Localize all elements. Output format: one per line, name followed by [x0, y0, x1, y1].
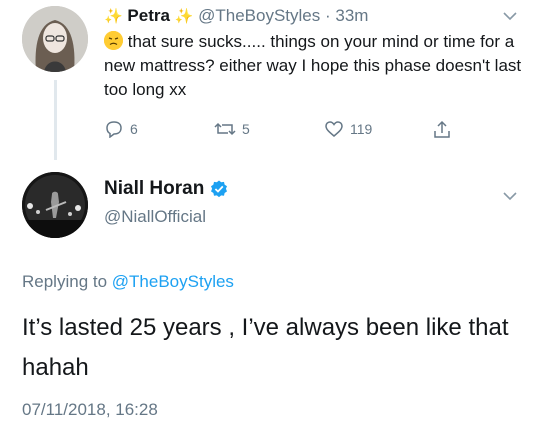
- avatar-photo: [22, 172, 88, 238]
- display-name[interactable]: Niall Horan: [104, 178, 204, 200]
- like-action[interactable]: 119: [324, 120, 372, 138]
- share-action[interactable]: [432, 120, 452, 140]
- display-name[interactable]: Petra: [127, 6, 170, 25]
- replying-handle-link[interactable]: @TheBoyStyles: [112, 272, 234, 291]
- avatar-petra[interactable]: [22, 6, 88, 72]
- timestamp[interactable]: 33m: [335, 6, 368, 25]
- reply-count: 6: [130, 121, 138, 137]
- confused-face-icon: [104, 31, 123, 50]
- chevron-down-icon[interactable]: [502, 8, 518, 24]
- retweet-action[interactable]: 5: [214, 120, 250, 138]
- verified-badge-icon: [211, 180, 228, 198]
- like-count: 119: [350, 121, 373, 137]
- chevron-down-icon[interactable]: [502, 188, 518, 204]
- replying-to: Replying to @TheBoyStyles: [22, 272, 234, 292]
- heart-icon[interactable]: [324, 120, 344, 138]
- tweet2-header: Niall Horan: [104, 178, 228, 200]
- replying-prefix: Replying to: [22, 272, 112, 291]
- tweet2-text: It’s lasted 25 years , I’ve always been …: [22, 314, 509, 381]
- handle[interactable]: @TheBoyStyles: [198, 6, 320, 25]
- separator: ·: [324, 6, 331, 25]
- reply-icon[interactable]: [104, 120, 124, 138]
- thread-line: [54, 80, 57, 160]
- avatar-photo: [22, 6, 88, 72]
- tweet-date[interactable]: 07/11/2018, 16:28: [22, 400, 158, 420]
- retweet-icon[interactable]: [214, 120, 236, 138]
- sparkles-icon: ✨: [104, 8, 123, 25]
- tweet1-text: that sure sucks..... things on your mind…: [104, 30, 524, 102]
- share-icon[interactable]: [432, 120, 452, 140]
- avatar-niall[interactable]: [22, 172, 88, 238]
- tweet1-body: that sure sucks..... things on your mind…: [104, 32, 522, 99]
- retweet-count: 5: [242, 121, 250, 137]
- sparkles-icon: ✨: [174, 8, 194, 25]
- tweet1-header: ✨ Petra ✨ @TheBoyStyles · 33m: [104, 6, 368, 26]
- handle[interactable]: @NiallOfficial: [104, 207, 206, 227]
- reply-action[interactable]: 6: [104, 120, 138, 138]
